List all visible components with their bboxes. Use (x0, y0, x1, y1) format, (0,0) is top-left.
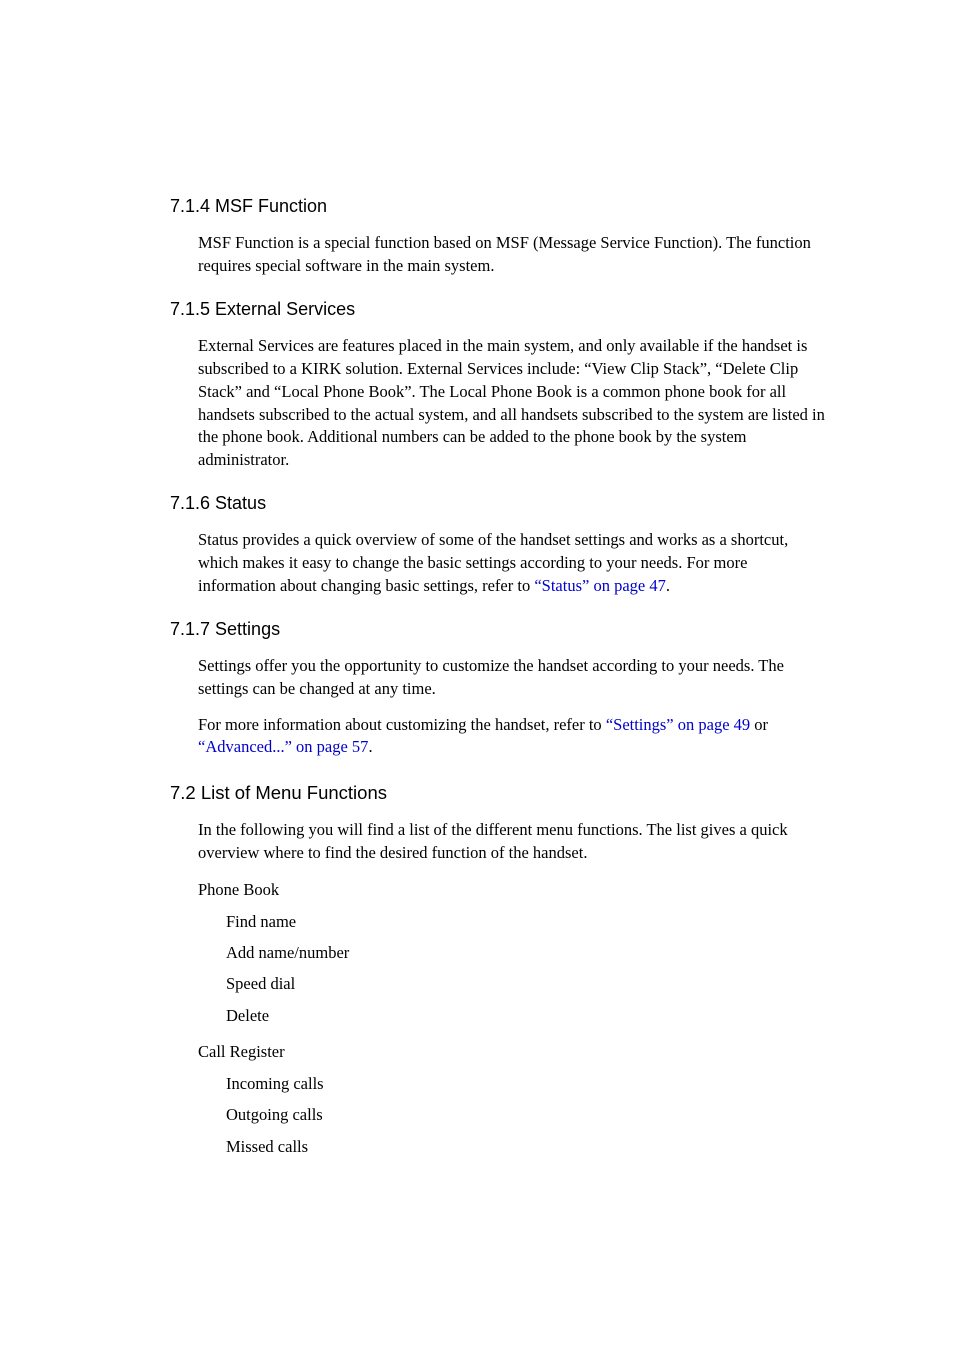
text-run: or (750, 715, 768, 734)
document-page: 7.1.4 MSF Function MSF Function is a spe… (0, 0, 954, 1350)
heading-msf-function: 7.1.4 MSF Function (170, 195, 829, 218)
list-group-label-phone-book: Phone Book (170, 879, 829, 901)
paragraph: External Services are features placed in… (170, 335, 829, 472)
list-item: Delete (170, 1005, 829, 1027)
heading-list-of-menu-functions: 7.2 List of Menu Functions (170, 781, 829, 805)
list-item: Outgoing calls (170, 1104, 829, 1126)
heading-settings: 7.1.7 Settings (170, 618, 829, 641)
paragraph: In the following you will find a list of… (170, 819, 829, 865)
list-item: Find name (170, 911, 829, 933)
section-7-1-5: 7.1.5 External Services External Service… (170, 298, 829, 472)
paragraph: Status provides a quick overview of some… (170, 529, 829, 597)
paragraph: MSF Function is a special function based… (170, 232, 829, 278)
link-advanced-page-57[interactable]: “Advanced...” on page 57 (198, 737, 368, 756)
paragraph: Settings offer you the opportunity to cu… (170, 655, 829, 701)
text-run: . (666, 576, 670, 595)
list-item: Speed dial (170, 973, 829, 995)
heading-status: 7.1.6 Status (170, 492, 829, 515)
list-item: Incoming calls (170, 1073, 829, 1095)
text-run: Status provides a quick overview of some… (198, 530, 788, 595)
paragraph: For more information about customizing t… (170, 714, 829, 760)
section-7-1-7: 7.1.7 Settings Settings offer you the op… (170, 618, 829, 759)
link-settings-page-49[interactable]: “Settings” on page 49 (606, 715, 750, 734)
link-status-page-47[interactable]: “Status” on page 47 (534, 576, 666, 595)
text-run: . (368, 737, 372, 756)
list-item: Add name/number (170, 942, 829, 964)
section-7-1-6: 7.1.6 Status Status provides a quick ove… (170, 492, 829, 598)
list-item: Missed calls (170, 1136, 829, 1158)
heading-external-services: 7.1.5 External Services (170, 298, 829, 321)
list-group-label-call-register: Call Register (170, 1041, 829, 1063)
text-run: For more information about customizing t… (198, 715, 606, 734)
section-7-2: 7.2 List of Menu Functions In the follow… (170, 781, 829, 1158)
section-7-1-4: 7.1.4 MSF Function MSF Function is a spe… (170, 195, 829, 278)
